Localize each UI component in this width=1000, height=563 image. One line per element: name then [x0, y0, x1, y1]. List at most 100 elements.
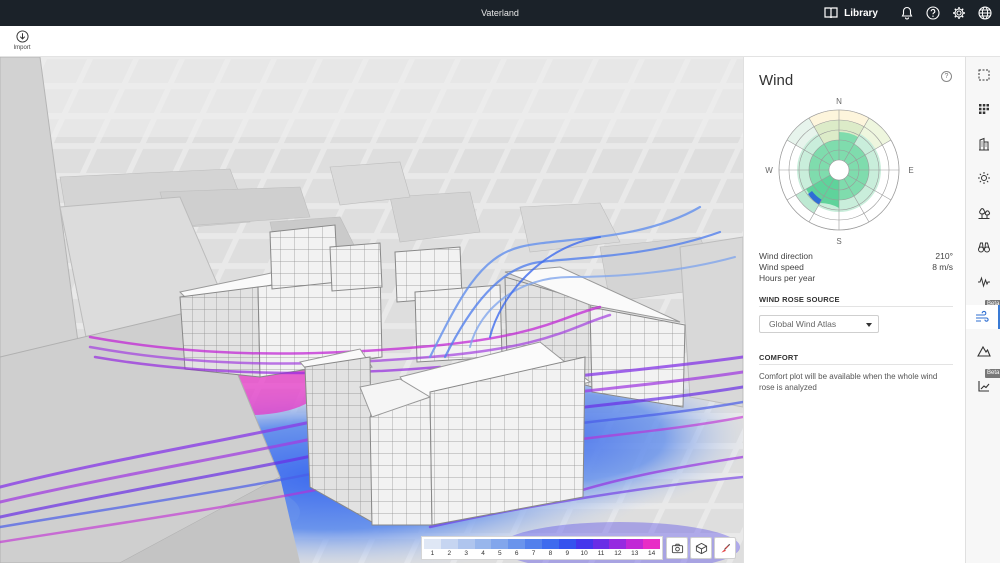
legend-swatch — [525, 539, 543, 549]
terrain-icon — [976, 345, 991, 357]
legend-swatch — [424, 539, 441, 549]
noise-wave-icon — [977, 276, 990, 288]
wind-speed-value: 8 m/s — [932, 262, 953, 272]
help-circle-icon — [926, 6, 940, 20]
toolbar: Import — [0, 26, 1000, 57]
panel-help-icon[interactable]: ? — [941, 71, 952, 82]
globe-icon — [978, 6, 992, 20]
legend-labels: 1 2 3 4 5 6 7 8 9 10 11 12 13 14 — [424, 549, 660, 559]
legend-label: 3 — [464, 550, 468, 557]
library-button[interactable]: Library — [824, 7, 878, 19]
sidebar-item-trees[interactable] — [966, 201, 1000, 225]
sun-icon — [977, 172, 990, 184]
legend-label: 5 — [498, 550, 502, 557]
compass-icon — [720, 543, 730, 553]
book-icon — [824, 7, 838, 19]
legend-swatch — [542, 539, 559, 549]
legend-label: 6 — [514, 550, 519, 557]
legend-swatch — [558, 539, 576, 549]
screenshot-button[interactable] — [666, 537, 688, 559]
legend-label: 7 — [531, 550, 536, 557]
gear-icon — [953, 7, 965, 19]
legend-swatch — [575, 539, 593, 549]
sidebar-item-sun[interactable] — [966, 166, 1000, 190]
wind-rose[interactable]: N S E W — [759, 95, 951, 249]
legend-label: 13 — [631, 550, 639, 557]
import-label: Import — [13, 45, 31, 51]
legend-label: 2 — [447, 550, 452, 557]
legend-label: 10 — [580, 550, 588, 557]
legend-swatch — [508, 539, 526, 549]
camera-icon — [671, 543, 683, 553]
wind-speed-row: Wind speed 8 m/s — [759, 262, 953, 273]
legend-label: 1 — [430, 550, 435, 557]
sidebar-item-terrain[interactable] — [966, 339, 1000, 363]
wind-panel: Wind ? N S E W Wind direction 210° Wind … — [743, 57, 965, 563]
chevron-down-icon — [866, 323, 872, 327]
bell-icon — [901, 6, 913, 20]
sidebar-item-views[interactable] — [966, 235, 1000, 259]
download-icon — [15, 30, 29, 43]
sidebar-item-chart[interactable] — [966, 374, 1000, 398]
wind-source-value: Global Wind Atlas — [769, 319, 837, 329]
legend-swatch — [474, 539, 492, 549]
sidebar-item-selection[interactable] — [966, 63, 1000, 87]
3d-viewport[interactable]: 1 2 3 4 5 6 7 8 9 10 11 12 13 14 — [0, 57, 743, 563]
legend-label: 11 — [597, 550, 605, 557]
building-icon — [978, 137, 989, 151]
legend-swatch — [643, 539, 661, 549]
hours-per-year-label: Hours per year — [759, 273, 816, 283]
legend-label: 9 — [565, 550, 570, 557]
panel-title: Wind — [759, 72, 794, 89]
legend-label: 8 — [548, 550, 553, 557]
settings-button[interactable] — [950, 4, 968, 22]
top-bar: Vaterland Library — [0, 0, 1000, 26]
selection-icon — [978, 69, 989, 81]
legend-swatch — [592, 539, 610, 549]
help-button[interactable] — [924, 4, 942, 22]
building-block-front — [299, 341, 592, 526]
legend-swatch — [440, 539, 458, 549]
divider — [759, 306, 953, 307]
chart-icon — [977, 381, 989, 392]
notifications-button[interactable] — [898, 4, 916, 22]
legend-color-bar — [424, 539, 661, 549]
analysis-sidebar: Beta Beta — [965, 57, 1000, 563]
sidebar-item-grid[interactable] — [966, 97, 1000, 121]
legend-swatch — [626, 539, 644, 549]
wind-info: Wind direction 210° Wind speed 8 m/s Hou… — [759, 251, 953, 284]
compass-south: S — [836, 237, 841, 246]
wind-speed-legend: 1 2 3 4 5 6 7 8 9 10 11 12 13 14 — [421, 536, 663, 560]
trees-icon — [978, 208, 990, 219]
compass-north: N — [836, 97, 842, 106]
wind-icon — [976, 310, 989, 322]
sidebar-item-wind[interactable] — [966, 305, 1000, 329]
binoculars-icon — [977, 242, 990, 253]
comfort-heading: COMFORT — [759, 353, 799, 362]
wind-direction-label: Wind direction — [759, 251, 813, 261]
divider — [759, 364, 953, 365]
wind-speed-label: Wind speed — [759, 262, 804, 272]
view-mode-button[interactable] — [690, 537, 712, 559]
legend-label: 14 — [647, 550, 656, 557]
legend-label: 4 — [481, 550, 485, 557]
language-button[interactable] — [976, 4, 994, 22]
comfort-message: Comfort plot will be available when the … — [759, 372, 938, 392]
sidebar-item-buildings[interactable] — [966, 132, 1000, 156]
wind-rose-source-heading: WIND ROSE SOURCE — [759, 295, 840, 304]
hours-per-year-row: Hours per year — [759, 273, 953, 284]
sidebar-item-noise[interactable] — [966, 270, 1000, 294]
legend-label: 12 — [614, 550, 622, 557]
box-view-icon — [695, 542, 707, 554]
wind-source-select[interactable]: Global Wind Atlas — [759, 315, 879, 333]
grid-icon — [978, 104, 989, 114]
compass-west: W — [765, 166, 773, 175]
library-label: Library — [844, 7, 878, 19]
import-button[interactable]: Import — [8, 30, 36, 51]
legend-swatch — [491, 539, 509, 549]
compass-button[interactable] — [714, 537, 736, 559]
legend-swatch — [609, 539, 627, 549]
city-scene[interactable] — [0, 57, 743, 563]
compass-east: E — [908, 166, 913, 175]
top-bar-actions: Library — [824, 0, 994, 26]
